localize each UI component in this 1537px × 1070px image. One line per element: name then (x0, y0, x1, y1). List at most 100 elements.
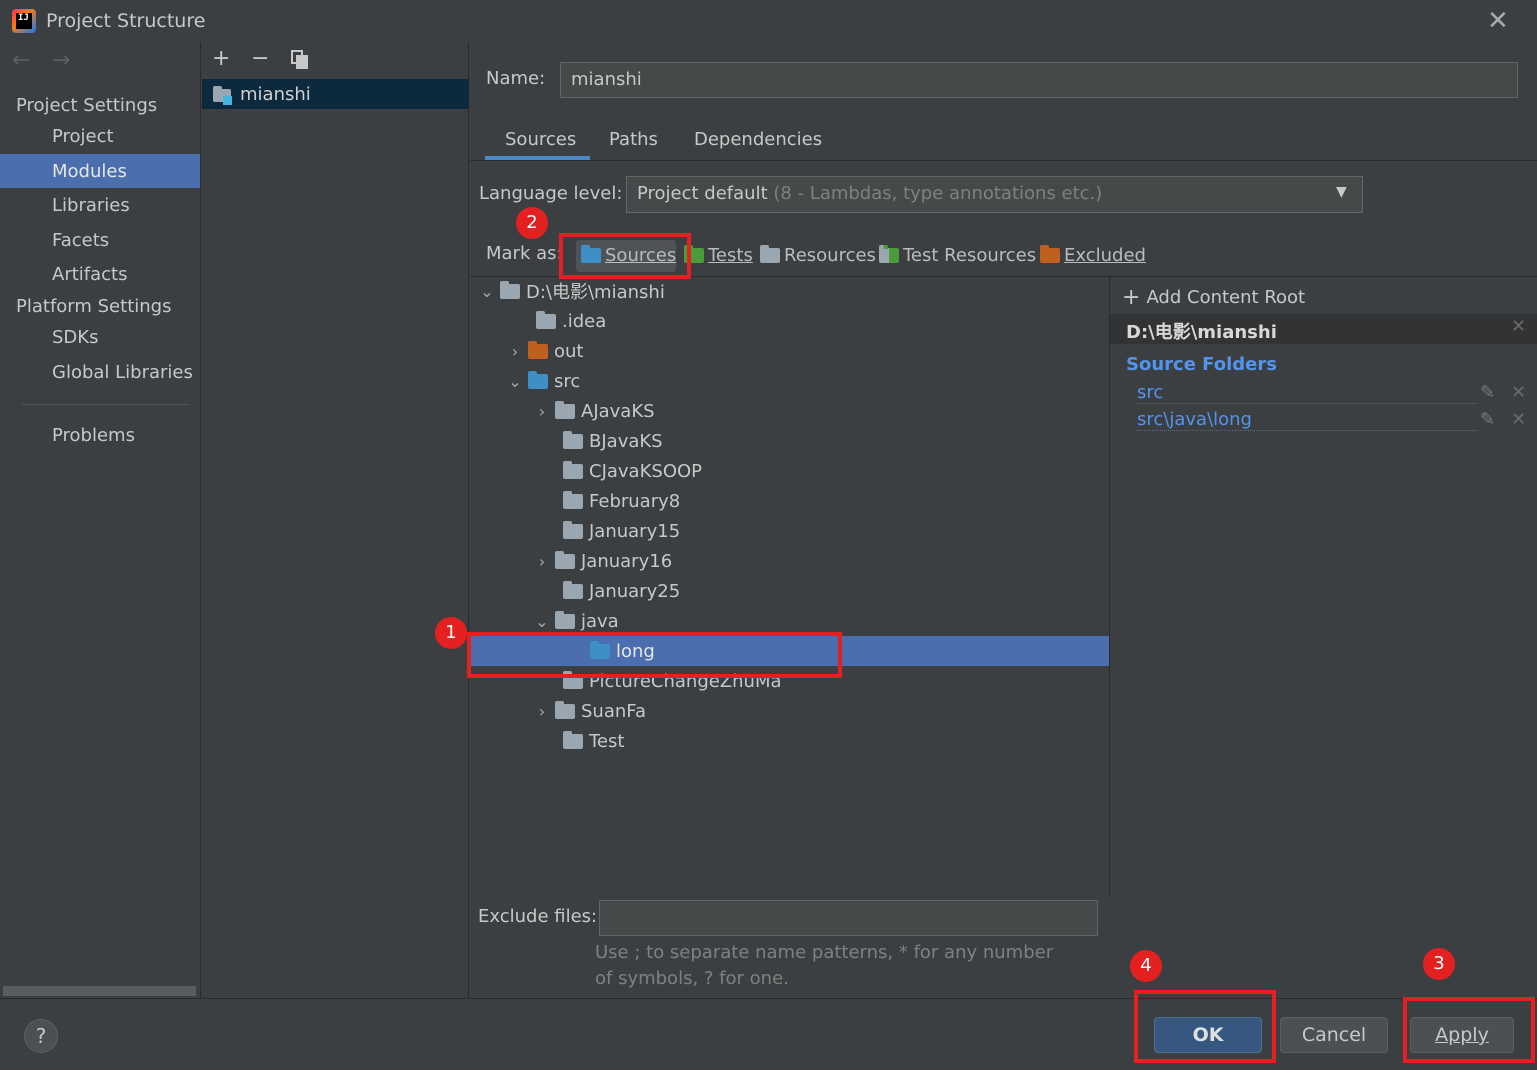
tree-row-test[interactable]: Test (563, 726, 624, 756)
intellij-app-icon: IJ (12, 9, 36, 33)
forward-arrow-icon[interactable]: → (52, 48, 70, 73)
tree-row-out[interactable]: › out (508, 336, 583, 366)
package-folder-icon (563, 730, 583, 749)
add-icon[interactable]: + (212, 46, 230, 71)
excluded-folder-icon (528, 340, 548, 359)
tab-paths[interactable]: Paths (609, 129, 658, 150)
annotation-badge-4: 4 (1130, 950, 1162, 982)
chevron-down-icon[interactable]: ⌄ (508, 372, 522, 391)
help-button[interactable]: ? (24, 1019, 58, 1053)
annotation-box-3 (1403, 997, 1535, 1063)
exclude-files-help: Use ; to separate name patterns, * for a… (595, 942, 1054, 989)
exclude-files-input[interactable] (599, 900, 1098, 936)
language-level-value: Project default (637, 183, 768, 204)
chevron-right-icon[interactable]: › (535, 702, 549, 721)
nav-divider (22, 404, 188, 405)
nav-item-artifacts[interactable]: Artifacts (52, 264, 127, 285)
footer-divider (0, 998, 1537, 999)
package-folder-icon (563, 490, 583, 509)
source-folder-src[interactable]: src (1137, 382, 1477, 404)
nav-item-libraries[interactable]: Libraries (52, 195, 130, 216)
mark-as-excluded-button[interactable]: Excluded (1040, 245, 1146, 266)
exclude-files-label: Exclude files: (478, 906, 598, 927)
close-icon[interactable]: ✕ (1487, 6, 1509, 36)
tab-dependencies[interactable]: Dependencies (694, 129, 822, 150)
nav-item-sdks[interactable]: SDKs (52, 327, 98, 348)
edit-pencil-icon[interactable]: ✎ (1480, 382, 1495, 403)
active-tab-indicator (485, 156, 590, 160)
content-root-path: D:\电影\mianshi (1126, 322, 1277, 343)
nav-item-modules[interactable]: Modules (52, 161, 127, 182)
edit-pencil-icon[interactable]: ✎ (1480, 409, 1495, 430)
module-icon (213, 86, 233, 105)
module-item-mianshi[interactable]: mianshi (240, 84, 311, 105)
mark-as-tests-button[interactable]: Tests (684, 245, 753, 266)
tree-row-ajavaks[interactable]: › AJavaKS (535, 396, 655, 426)
remove-content-root-icon[interactable]: ✕ (1511, 316, 1526, 337)
remove-source-folder-icon[interactable]: ✕ (1511, 409, 1526, 430)
nav-header-project-settings: Project Settings (16, 95, 158, 116)
package-folder-icon (563, 430, 583, 449)
remove-icon[interactable]: − (251, 46, 269, 71)
nav-item-facets[interactable]: Facets (52, 230, 109, 251)
folder-icon (536, 310, 556, 329)
annotation-box-1 (467, 632, 842, 678)
tree-row-suanfa[interactable]: › SuanFa (535, 696, 646, 726)
copy-icon[interactable] (291, 50, 309, 70)
package-folder-icon (555, 400, 575, 419)
chevron-right-icon[interactable]: › (535, 402, 549, 421)
cancel-button[interactable]: Cancel (1280, 1017, 1388, 1053)
chevron-down-icon[interactable]: ⌄ (480, 282, 494, 301)
dropdown-arrow-icon[interactable]: ▼ (1336, 184, 1347, 200)
nav-item-global-libraries[interactable]: Global Libraries (52, 362, 193, 383)
annotation-box-2 (559, 233, 691, 279)
mark-as-test-resources-button[interactable]: Test Resources (879, 245, 1036, 266)
annotation-box-4 (1134, 990, 1276, 1063)
package-folder-icon (563, 520, 583, 539)
tabs-divider (470, 160, 1537, 161)
resources-folder-icon (760, 245, 780, 263)
plus-icon: + (1122, 285, 1141, 310)
tab-sources[interactable]: Sources (505, 129, 576, 150)
annotation-badge-1: 1 (435, 617, 467, 649)
mark-as-label: Mark as: (486, 243, 563, 264)
back-arrow-icon[interactable]: ← (12, 48, 30, 73)
language-level-select[interactable]: Project default (8 - Lambdas, type annot… (626, 176, 1363, 213)
tree-row-january16[interactable]: › January16 (535, 546, 672, 576)
nav-item-problems[interactable]: Problems (52, 425, 135, 446)
remove-source-folder-icon[interactable]: ✕ (1511, 382, 1526, 403)
title-bar (0, 0, 1537, 42)
add-content-root-button[interactable]: + Add Content Root (1122, 285, 1305, 310)
language-level-label: Language level: (479, 183, 623, 204)
source-folder-icon (528, 370, 548, 389)
nav-header-platform-settings: Platform Settings (16, 296, 172, 317)
nav-scrollbar[interactable] (3, 986, 196, 996)
tree-row-root[interactable]: ⌄ D:\电影\mianshi (480, 276, 665, 306)
package-folder-icon (555, 610, 575, 629)
nav-item-project[interactable]: Project (52, 126, 114, 147)
tree-row-january25[interactable]: January25 (563, 576, 680, 606)
package-folder-icon (555, 550, 575, 569)
window-title: Project Structure (46, 10, 206, 32)
annotation-badge-3: 3 (1423, 948, 1455, 980)
tree-row-bjavaks[interactable]: BJavaKS (563, 426, 663, 456)
excluded-folder-icon (1040, 245, 1060, 263)
source-folder-src-java-long[interactable]: src\java\long (1137, 409, 1477, 431)
package-folder-icon (555, 700, 575, 719)
tree-row-idea[interactable]: .idea (536, 306, 606, 336)
test-resources-folder-icon (879, 245, 899, 263)
folder-icon (500, 280, 520, 299)
tree-row-src[interactable]: ⌄ src (508, 366, 580, 396)
source-folders-title: Source Folders (1126, 354, 1277, 375)
language-level-hint: (8 - Lambdas, type annotations etc.) (773, 183, 1103, 204)
chevron-right-icon[interactable]: › (508, 342, 522, 361)
tree-row-february8[interactable]: February8 (563, 486, 680, 516)
tree-row-january15[interactable]: January15 (563, 516, 680, 546)
package-folder-icon (563, 460, 583, 479)
name-input[interactable]: mianshi (560, 62, 1518, 98)
module-list-panel (202, 42, 469, 998)
mark-as-resources-button[interactable]: Resources (760, 245, 876, 266)
chevron-right-icon[interactable]: › (535, 552, 549, 571)
tree-row-cjavaksoop[interactable]: CJavaKSOOP (563, 456, 702, 486)
chevron-down-icon[interactable]: ⌄ (535, 612, 549, 631)
